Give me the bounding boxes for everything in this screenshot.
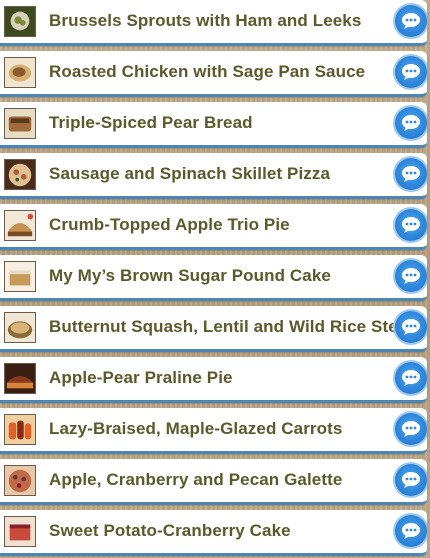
list-item[interactable]: Roasted Chicken with Sage Pan Sauce xyxy=(0,51,427,97)
chat-bubble-icon[interactable] xyxy=(395,515,427,547)
recipe-title: Butternut Squash, Lentil and Wild Rice S… xyxy=(49,317,412,336)
recipe-title: My My’s Brown Sugar Pound Cake xyxy=(49,266,331,285)
recipe-thumbnail-image xyxy=(4,465,36,496)
recipe-title: Triple-Spiced Pear Bread xyxy=(49,113,253,132)
recipe-thumbnail-image xyxy=(4,6,36,37)
recipe-thumbnail-image xyxy=(4,414,36,445)
chat-bubble-icon[interactable] xyxy=(395,158,427,190)
recipe-title: Roasted Chicken with Sage Pan Sauce xyxy=(49,62,366,81)
list-item[interactable]: Brussels Sprouts with Ham and Leeks xyxy=(0,0,427,46)
recipe-thumbnail-image xyxy=(4,312,36,343)
chat-bubble-icon[interactable] xyxy=(395,464,427,496)
recipe-title: Apple-Pear Praline Pie xyxy=(49,368,233,387)
recipe-thumbnail-image xyxy=(4,210,36,241)
list-item[interactable]: Apple, Cranberry and Pecan Galette xyxy=(0,459,427,505)
list-item[interactable]: Triple-Spiced Pear Bread xyxy=(0,102,427,148)
chat-bubble-icon[interactable] xyxy=(395,107,427,139)
list-item[interactable]: Sausage and Spinach Skillet Pizza xyxy=(0,153,427,199)
recipe-title: Sweet Potato-Cranberry Cake xyxy=(49,521,291,540)
chat-bubble-icon[interactable] xyxy=(395,260,427,292)
recipe-title: Apple, Cranberry and Pecan Galette xyxy=(49,470,343,489)
chat-bubble-icon[interactable] xyxy=(395,362,427,394)
list-item[interactable]: Sweet Potato-Cranberry Cake xyxy=(0,510,427,556)
list-item[interactable]: Butternut Squash, Lentil and Wild Rice S… xyxy=(0,306,427,352)
recipe-thumbnail-image xyxy=(4,363,36,394)
list-item[interactable]: Crumb-Topped Apple Trio Pie xyxy=(0,204,427,250)
chat-bubble-icon[interactable] xyxy=(395,311,427,343)
chat-bubble-icon[interactable] xyxy=(395,56,427,88)
chat-bubble-icon[interactable] xyxy=(395,413,427,445)
recipe-title: Crumb-Topped Apple Trio Pie xyxy=(49,215,290,234)
recipe-title: Sausage and Spinach Skillet Pizza xyxy=(49,164,331,183)
recipe-thumbnail-image xyxy=(4,516,36,547)
list-item[interactable]: My My’s Brown Sugar Pound Cake xyxy=(0,255,427,301)
recipe-thumbnail-image xyxy=(4,57,36,88)
chat-bubble-icon[interactable] xyxy=(395,5,427,37)
recipe-title: Brussels Sprouts with Ham and Leeks xyxy=(49,11,362,30)
recipe-thumbnail-image xyxy=(4,108,36,139)
chat-bubble-icon[interactable] xyxy=(395,209,427,241)
recipe-title: Lazy-Braised, Maple-Glazed Carrots xyxy=(49,419,343,438)
recipe-thumbnail-image xyxy=(4,261,36,292)
list-item[interactable]: Lazy-Braised, Maple-Glazed Carrots xyxy=(0,408,427,454)
recipe-thumbnail-image xyxy=(4,159,36,190)
list-item[interactable]: Apple-Pear Praline Pie xyxy=(0,357,427,403)
